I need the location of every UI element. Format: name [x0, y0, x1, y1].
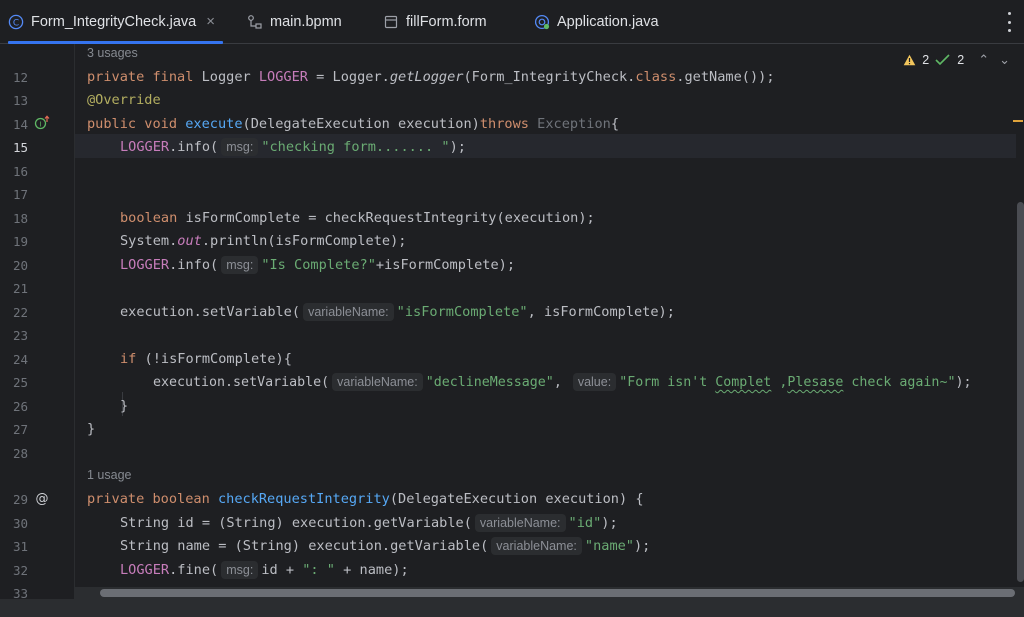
line-number: 29 — [12, 492, 28, 507]
code-line-18[interactable]: boolean isFormComplete = checkRequestInt… — [120, 209, 595, 227]
weak-warning-check-icon — [935, 54, 950, 66]
line-number: 28 — [12, 446, 28, 461]
tab-main-bpmn[interactable]: main.bpmn — [247, 0, 342, 43]
code-line-12[interactable]: private final Logger LOGGER = Logger.get… — [87, 68, 775, 86]
line-number: 23 — [12, 328, 28, 343]
line-number: 12 — [12, 70, 28, 85]
form-icon — [383, 14, 399, 30]
svg-text:C: C — [13, 18, 19, 28]
chevron-up-icon[interactable]: ⌃ — [978, 52, 989, 68]
tab-form-integritycheck[interactable]: C Form_IntegrityCheck.java × — [8, 0, 223, 44]
code-line-31[interactable]: String name = (String) execution.getVari… — [120, 537, 650, 555]
line-number: 24 — [12, 352, 28, 367]
line-number: 20 — [12, 258, 28, 273]
typo-marker[interactable]: Complet — [715, 375, 771, 390]
code-editor[interactable]: 2 2 ⌃ ⌄ 3 usages 12 13 14 15 16 17 18 19… — [0, 44, 1024, 617]
warning-icon — [903, 54, 916, 66]
tab-application-java[interactable]: Application.java — [534, 0, 659, 43]
line-number: 32 — [12, 563, 28, 578]
usages-hint[interactable]: 3 usages — [87, 46, 138, 60]
vertical-scrollbar[interactable] — [1017, 202, 1024, 582]
code-line-25[interactable]: execution.setVariable(variableName: "decl… — [153, 373, 971, 392]
usages-hint[interactable]: 1 usage — [87, 468, 131, 482]
code-line-15[interactable]: LOGGER.info(msg: "checking form....... ")… — [120, 138, 466, 156]
tab-label: Application.java — [557, 13, 659, 30]
param-hint: msg: — [221, 138, 259, 156]
svg-text:I: I — [39, 120, 41, 128]
line-number: 25 — [12, 375, 28, 390]
line-number: 22 — [12, 305, 28, 320]
ok-count: 2 — [957, 53, 965, 67]
param-hint: msg: — [221, 256, 259, 274]
more-options-icon[interactable] — [1006, 12, 1012, 32]
find-usages-icon[interactable]: @ — [34, 490, 50, 507]
spring-app-icon — [534, 14, 550, 30]
line-number: 18 — [12, 211, 28, 226]
status-bar — [0, 599, 1024, 617]
code-line-22[interactable]: execution.setVariable(variableName: "isFo… — [120, 303, 675, 321]
param-hint: msg: — [221, 561, 259, 579]
inspection-widget[interactable]: 2 2 ⌃ ⌄ — [903, 52, 1010, 68]
line-number: 19 — [12, 234, 28, 249]
close-icon[interactable]: × — [206, 14, 215, 29]
line-number: 14 — [12, 117, 28, 132]
code-line-32[interactable]: LOGGER.fine(msg: id + ": " + name); — [120, 561, 409, 579]
code-line-13[interactable]: @Override — [87, 91, 161, 109]
code-line-29[interactable]: private boolean checkRequestIntegrity(De… — [87, 490, 644, 508]
line-number: 17 — [12, 187, 28, 202]
editor-tab-bar: C Form_IntegrityCheck.java × main.bpmn f… — [0, 0, 1024, 44]
line-number: 16 — [12, 164, 28, 179]
code-line-26[interactable]: } — [120, 397, 128, 415]
implements-method-icon[interactable]: I — [34, 115, 50, 131]
svg-text:@: @ — [36, 492, 49, 507]
line-number: 27 — [12, 422, 28, 437]
line-number: 21 — [12, 281, 28, 296]
param-hint: value: — [572, 373, 617, 391]
line-number: 26 — [12, 399, 28, 414]
typo-marker[interactable]: Plesase — [787, 375, 843, 390]
code-line-14[interactable]: public void execute(DelegateExecution ex… — [87, 115, 619, 133]
param-hint: variableName: — [303, 303, 394, 321]
tab-fillform-form[interactable]: fillForm.form — [383, 0, 487, 43]
gutter-separator — [74, 44, 75, 600]
code-line-20[interactable]: LOGGER.info(msg: "Is Complete?"+isFormCom… — [120, 256, 515, 274]
error-stripe-mark[interactable] — [1013, 120, 1023, 122]
param-hint: variableName: — [332, 373, 423, 391]
line-number-current: 15 — [12, 140, 28, 155]
chevron-down-icon[interactable]: ⌄ — [999, 52, 1010, 68]
code-line-19[interactable]: System.out.println(isFormComplete); — [120, 232, 406, 250]
bpmn-icon — [247, 14, 263, 30]
line-number: 30 — [12, 516, 28, 531]
tab-label: Form_IntegrityCheck.java — [31, 13, 197, 30]
tab-label: fillForm.form — [406, 13, 487, 30]
code-line-24[interactable]: if (!isFormComplete){ — [120, 350, 292, 368]
line-number: 13 — [12, 93, 28, 108]
horizontal-scrollbar[interactable] — [100, 589, 1015, 597]
param-hint: variableName: — [474, 514, 566, 532]
code-line-30[interactable]: String id = (String) execution.getVariab… — [120, 514, 618, 532]
warning-count: 2 — [922, 53, 930, 67]
code-line-27[interactable]: } — [87, 420, 95, 438]
tab-label: main.bpmn — [270, 13, 342, 30]
line-number: 31 — [12, 539, 28, 554]
param-hint: variableName: — [491, 537, 582, 555]
java-class-icon: C — [8, 14, 24, 30]
